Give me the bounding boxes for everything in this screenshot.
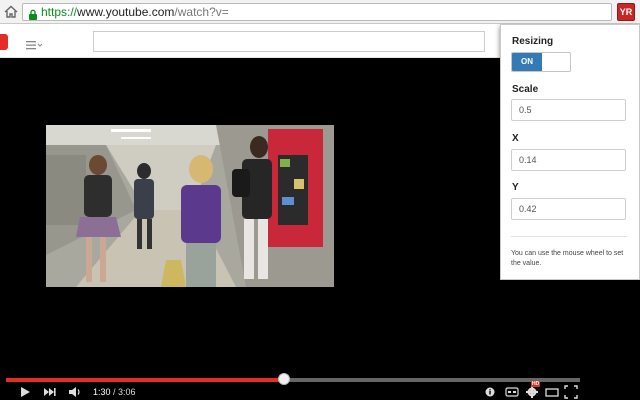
y-label: Y — [512, 182, 519, 193]
extension-button[interactable]: YR — [617, 3, 635, 21]
screen: https://www.youtube.com/watch?v= YR 1:30… — [0, 0, 640, 400]
hd-badge: HD — [531, 381, 541, 387]
time-display: 1:30 / 3:06 — [93, 386, 136, 398]
resizing-label: Resizing — [512, 36, 554, 47]
current-time: 1:30 — [93, 387, 111, 397]
url-path: /watch?v= — [174, 5, 229, 19]
cc-icon[interactable] — [505, 385, 519, 399]
resizing-toggle[interactable]: ON — [511, 52, 571, 72]
video-frame[interactable] — [46, 125, 334, 287]
scrubber-handle[interactable] — [277, 373, 290, 385]
mouse-wheel-hint: You can use the mouse wheel to set the v… — [511, 250, 624, 267]
fullscreen-icon[interactable] — [564, 385, 578, 399]
url-text: https://www.youtube.com/watch?v= — [41, 5, 229, 20]
scale-label: Scale — [512, 84, 539, 95]
url-host: www.youtube.com — [77, 5, 175, 19]
time-separator: / — [110, 387, 119, 397]
duration: 3:06 — [118, 387, 136, 397]
x-input[interactable] — [511, 149, 626, 171]
scale-input[interactable] — [511, 99, 626, 121]
progress-bar[interactable] — [6, 378, 580, 382]
progress-played — [6, 378, 284, 382]
home-icon[interactable] — [3, 4, 19, 20]
video-scene-image — [46, 125, 334, 287]
resizer-popup: Resizing ON Scale X Y You can use the mo… — [500, 24, 640, 280]
url-scheme: https:// — [41, 5, 78, 19]
volume-icon[interactable] — [67, 385, 83, 399]
guide-menu-icon[interactable] — [26, 37, 43, 50]
toggle-on-label: ON — [512, 53, 542, 71]
address-bar[interactable]: https://www.youtube.com/watch?v= — [22, 3, 612, 21]
browser-toolbar: https://www.youtube.com/watch?v= YR — [0, 0, 640, 24]
divider — [511, 236, 627, 237]
y-input[interactable] — [511, 198, 626, 220]
settings-gear-icon[interactable] — [525, 385, 539, 399]
next-icon[interactable] — [43, 385, 57, 399]
theater-mode-icon[interactable] — [545, 385, 559, 399]
search-input[interactable] — [93, 31, 485, 52]
info-icon[interactable] — [484, 385, 496, 399]
x-label: X — [512, 133, 519, 144]
lock-icon — [28, 7, 38, 20]
play-icon[interactable] — [18, 385, 32, 399]
youtube-logo-icon[interactable] — [0, 34, 8, 50]
